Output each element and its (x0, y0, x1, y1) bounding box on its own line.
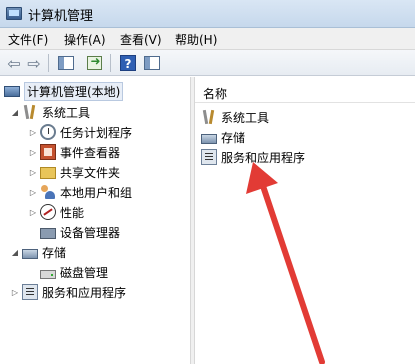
view-icon (144, 56, 160, 70)
tree-item-label: 事件查看器 (60, 145, 121, 160)
computer-management-icon (6, 7, 22, 20)
event-viewer-icon (40, 144, 56, 160)
tools-icon (22, 104, 38, 120)
tree-item-system-tools[interactable]: ◢ 系统工具 (10, 102, 90, 122)
users-icon (40, 184, 56, 200)
tree-item-label: 设备管理器 (60, 225, 121, 240)
toolbar-separator (110, 54, 111, 72)
tree-item-device-manager[interactable]: 设备管理器 (40, 222, 120, 242)
view-button[interactable] (142, 53, 162, 73)
expand-icon[interactable]: ▷ (28, 208, 38, 217)
title-bar: 计算机管理 (0, 0, 415, 28)
storage-icon (22, 248, 38, 259)
tools-icon (201, 109, 217, 125)
tree-item-label: 任务计划程序 (60, 125, 133, 140)
list-item-label: 存储 (221, 130, 246, 145)
tree-pane: 计算机管理(本地) ◢ 系统工具 ▷ 任务计划程序 ▷ 事件查看器 ▷ 共享文件… (0, 77, 190, 364)
tree-item-label: 共享文件夹 (60, 165, 121, 180)
export-button[interactable] (84, 53, 104, 73)
device-manager-icon (40, 228, 56, 239)
expand-icon[interactable]: ▷ (28, 128, 38, 137)
tree-item-event-viewer[interactable]: ▷ 事件查看器 (28, 142, 120, 162)
show-tree-icon (58, 56, 74, 70)
menu-view[interactable]: 查看(V) (120, 31, 162, 48)
column-header-label: 名称 (203, 87, 228, 101)
disk-icon (40, 269, 56, 279)
tree-item-disk-management[interactable]: 磁盘管理 (40, 262, 108, 282)
forward-arrow-icon[interactable]: ⇨ (24, 53, 44, 73)
services-icon (201, 149, 217, 165)
tree-item-task-scheduler[interactable]: ▷ 任务计划程序 (28, 122, 132, 142)
help-button[interactable]: ? (118, 53, 138, 73)
tree-item-label: 服务和应用程序 (42, 285, 127, 300)
collapse-icon[interactable]: ◢ (10, 108, 20, 117)
window-title: 计算机管理 (28, 9, 94, 24)
tree-item-label: 磁盘管理 (60, 265, 109, 280)
tree-item-services-apps[interactable]: ▷ 服务和应用程序 (10, 282, 126, 302)
column-header-name[interactable]: 名称 (195, 81, 415, 103)
menu-bar: 文件(F) 操作(A) 查看(V) 帮助(H) (0, 28, 415, 50)
expand-icon[interactable]: ▷ (10, 288, 20, 297)
back-arrow-icon[interactable]: ⇦ (4, 53, 24, 73)
tree-item-label: 存储 (42, 245, 67, 260)
export-icon (86, 54, 102, 70)
help-icon: ? (120, 55, 136, 71)
clock-icon (40, 124, 56, 140)
list-item-storage[interactable]: 存储 (201, 127, 245, 147)
list-item-services-apps[interactable]: 服务和应用程序 (201, 147, 305, 167)
menu-action[interactable]: 操作(A) (64, 31, 106, 48)
collapse-icon[interactable]: ◢ (10, 248, 20, 257)
performance-icon (40, 204, 56, 220)
expand-icon[interactable]: ▷ (28, 168, 38, 177)
storage-icon (201, 133, 217, 144)
services-icon (22, 284, 38, 300)
expand-icon[interactable]: ▷ (28, 188, 38, 197)
list-item-label: 系统工具 (221, 110, 270, 125)
tree-item-label: 性能 (60, 205, 85, 220)
tree-item-label: 系统工具 (42, 105, 91, 120)
menu-file[interactable]: 文件(F) (8, 31, 48, 48)
tree-item-storage[interactable]: ◢ 存储 (10, 242, 66, 262)
folder-icon (40, 167, 56, 179)
tree-item-root[interactable]: 计算机管理(本地) (4, 81, 124, 101)
show-tree-button[interactable] (56, 53, 76, 73)
list-item-system-tools[interactable]: 系统工具 (201, 107, 269, 127)
toolbar: ⇦ ⇨ ? (0, 50, 415, 76)
content-pane: 名称 系统工具 存储 服务和应用程序 (195, 77, 415, 364)
menu-help[interactable]: 帮助(H) (175, 31, 217, 48)
tree-item-local-users[interactable]: ▷ 本地用户和组 (28, 182, 132, 202)
tree-item-shared-folders[interactable]: ▷ 共享文件夹 (28, 162, 120, 182)
tree-item-performance[interactable]: ▷ 性能 (28, 202, 84, 222)
tree-item-label: 计算机管理(本地) (24, 81, 124, 101)
toolbar-separator (48, 54, 49, 72)
computer-icon (4, 85, 20, 97)
tree-item-label: 本地用户和组 (60, 185, 133, 200)
expand-icon[interactable]: ▷ (28, 148, 38, 157)
list-item-label: 服务和应用程序 (221, 150, 306, 165)
